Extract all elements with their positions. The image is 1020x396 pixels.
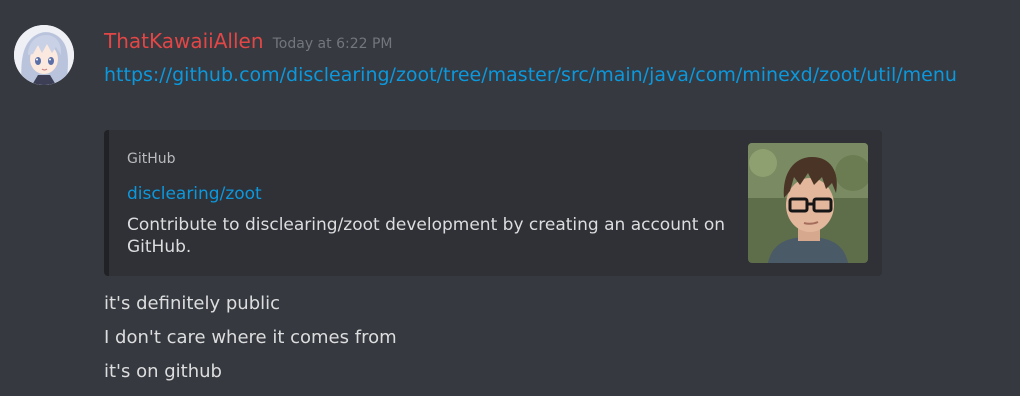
embed-description: Contribute to disclearing/zoot developme… [127,215,726,257]
embed-thumbnail[interactable] [748,143,868,263]
embed-title-link[interactable]: disclearing/zoot [127,183,262,205]
user-photo-thumbnail [748,143,868,263]
message-line: I don't care where it comes from [104,327,397,348]
embed-provider: GitHub [127,151,176,167]
link-embed: GitHub disclearing/zoot Contribute to di… [104,130,882,276]
message-line: it's definitely public [104,293,281,314]
chat-message: ThatKawaiiAllen Today at 6:22 PM https:/… [0,0,1020,396]
anime-avatar-icon [14,25,74,85]
message-line: it's on github [104,361,222,382]
message-link[interactable]: https://github.com/disclearing/zoot/tree… [104,61,984,90]
timestamp: Today at 6:22 PM [272,36,393,52]
username[interactable]: ThatKawaiiAllen [104,29,264,53]
message-header: ThatKawaiiAllen Today at 6:22 PM [104,27,392,58]
user-avatar[interactable] [14,25,74,85]
